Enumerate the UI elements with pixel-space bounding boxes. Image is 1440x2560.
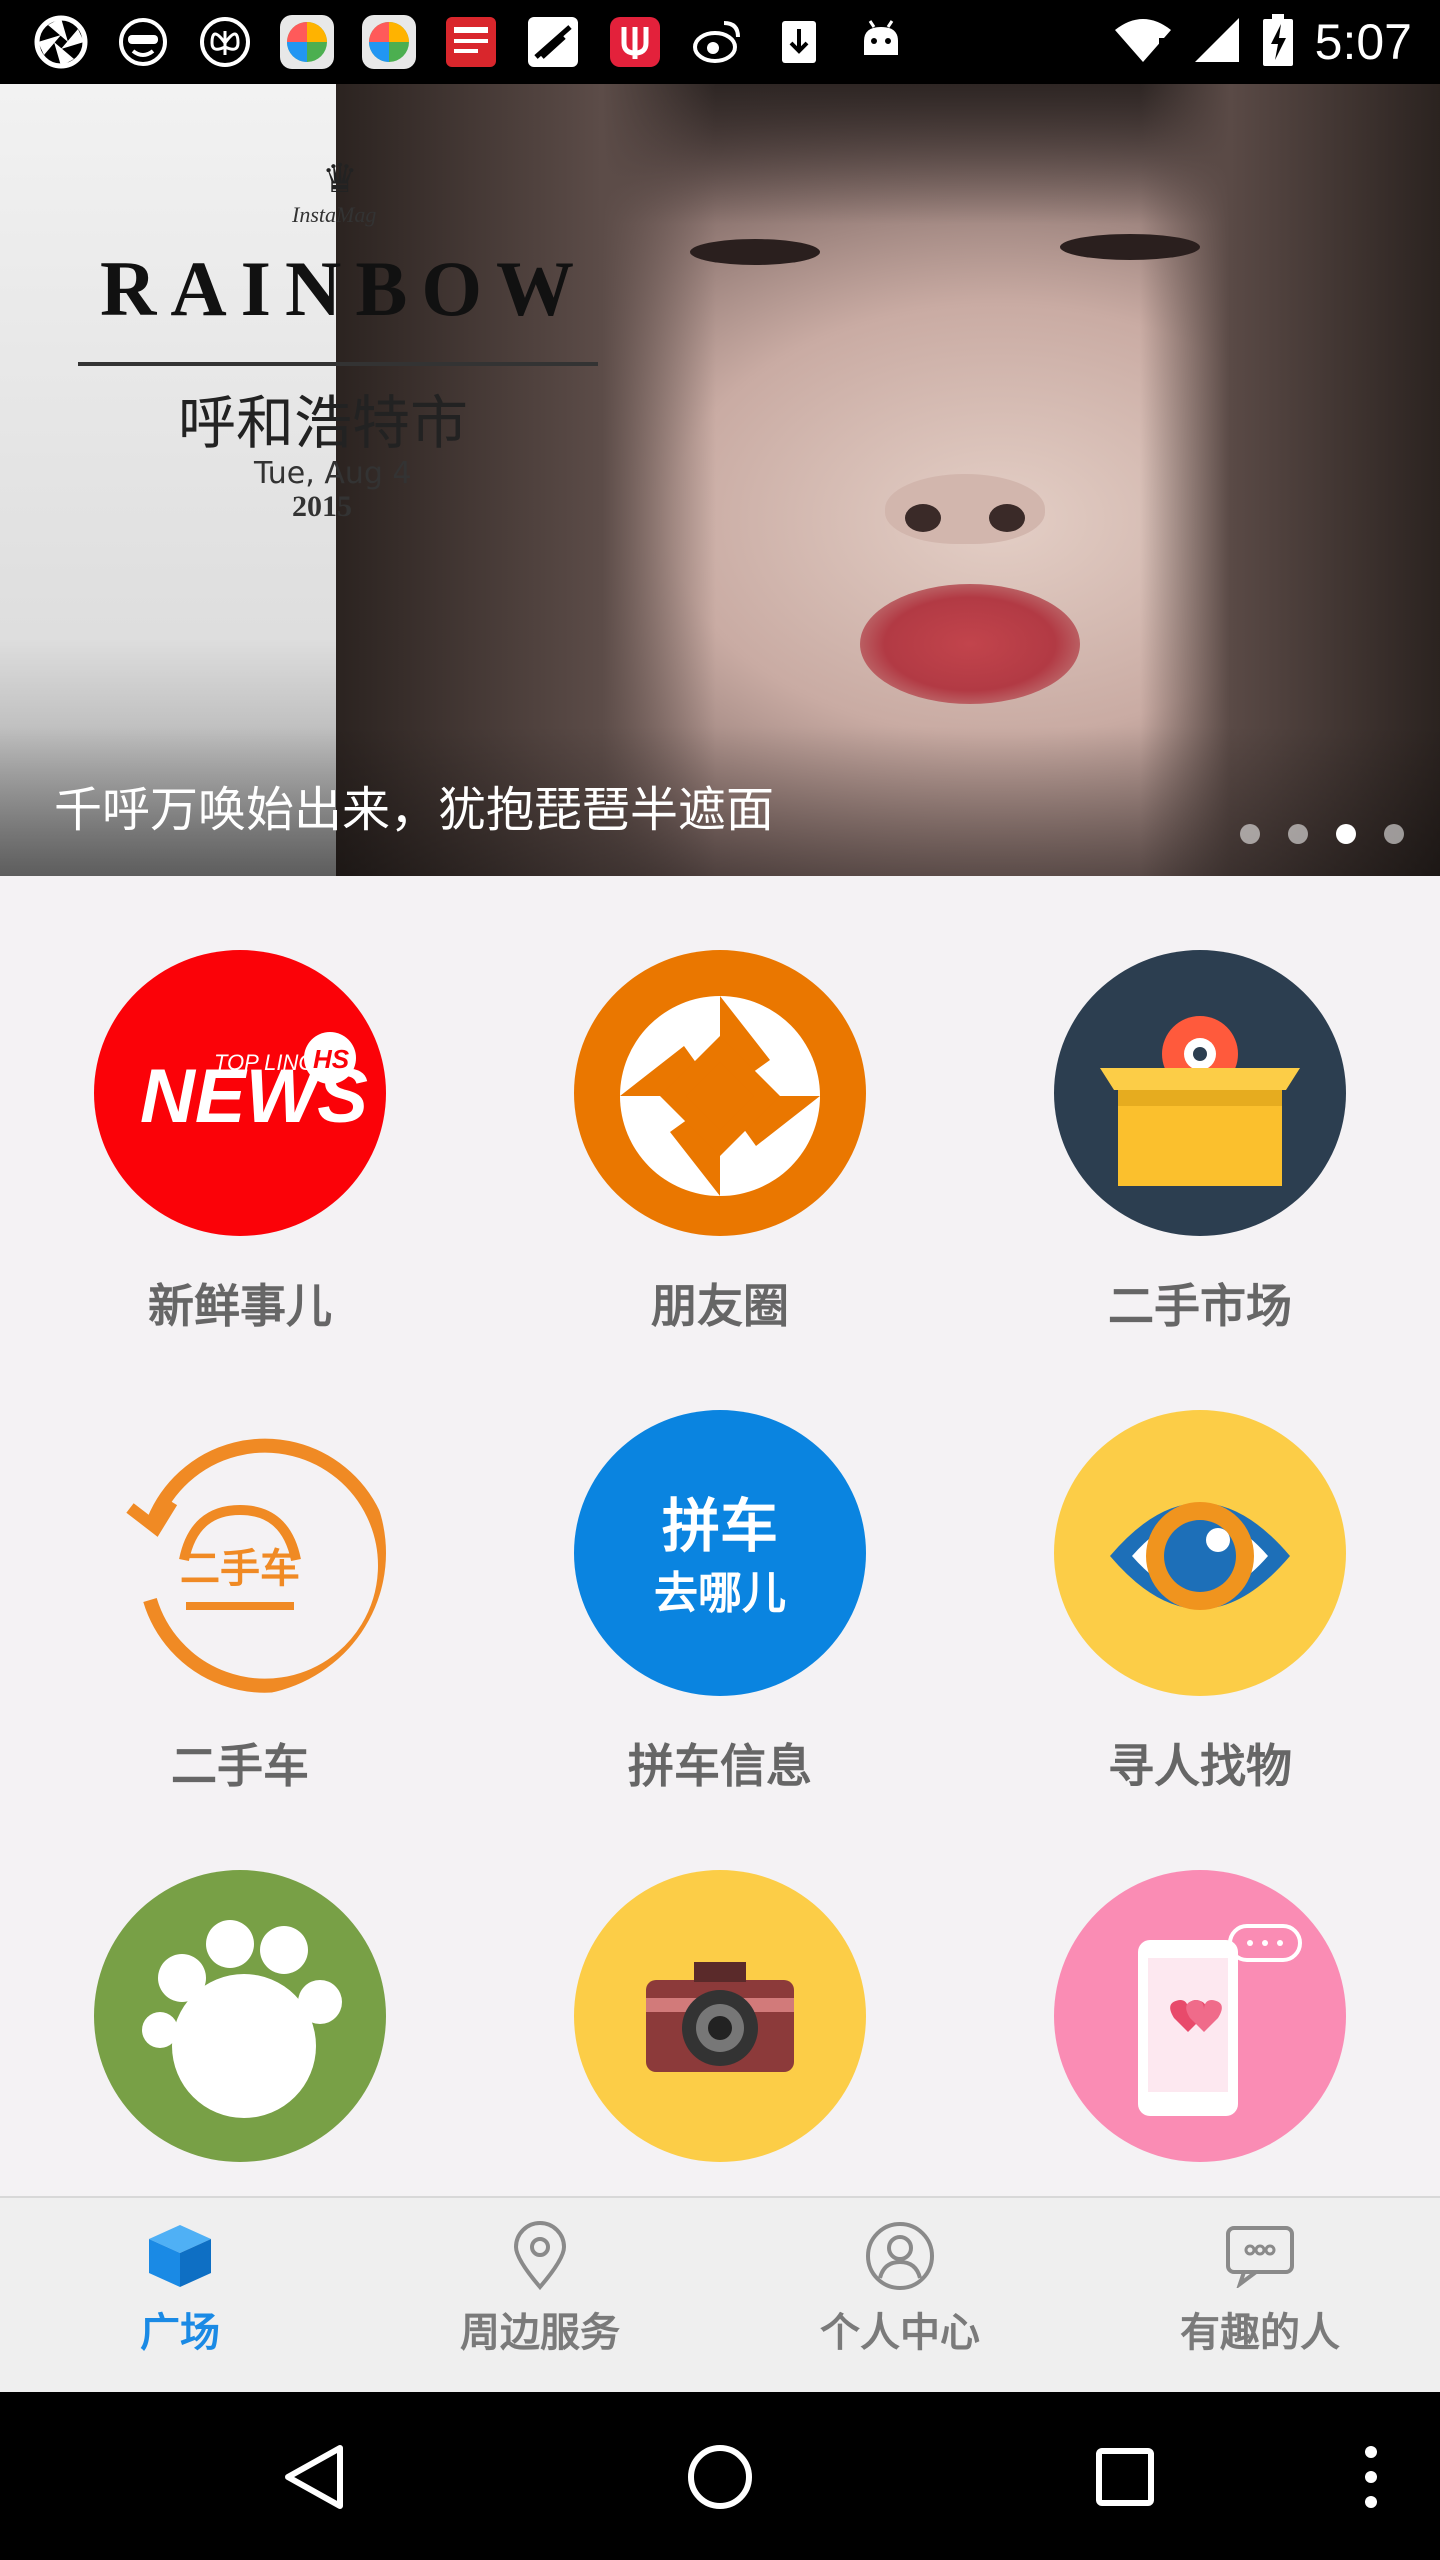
- color-ball-icon: [358, 11, 420, 73]
- notification-icons: [30, 10, 912, 74]
- cube-icon: [142, 2218, 218, 2294]
- carousel-dot[interactable]: [1240, 824, 1260, 844]
- battery-charging-icon: [1262, 14, 1293, 70]
- system-nav-bar: [0, 2392, 1440, 2560]
- grid-item-photography[interactable]: [480, 1796, 960, 2196]
- grid-item-label: 新鲜事儿: [148, 1279, 332, 1333]
- svg-text:拼车: 拼车: [662, 1492, 778, 1560]
- grid-item-label: 朋友圈: [651, 1279, 789, 1333]
- news-icon: NEWS TOP LING HS: [94, 950, 386, 1236]
- logo-year: 2015: [292, 490, 352, 523]
- photo-camera-icon: [574, 1870, 866, 2162]
- grid-item-news[interactable]: NEWS TOP LING HS 新鲜事儿: [0, 876, 480, 1336]
- paw-icon: [94, 1870, 386, 2162]
- svg-text:去哪儿: 去哪儿: [654, 1568, 786, 1619]
- grid-item-carpool[interactable]: 拼车 去哪儿 拼车信息: [480, 1336, 960, 1796]
- android-icon: [850, 11, 912, 73]
- used-car-icon: 二手车: [94, 1410, 386, 1696]
- clock: 5:07: [1314, 14, 1412, 70]
- weibo-icon: [686, 11, 748, 73]
- banner-caption: 千呼万唤始出来，犹抱琵琶半遮面: [54, 782, 775, 838]
- grid-item-label: 寻人找物: [1108, 1739, 1292, 1793]
- face-eye: [690, 239, 820, 265]
- person-icon: [862, 2218, 938, 2294]
- face-lips: [860, 584, 1080, 704]
- carousel-dot-active[interactable]: [1336, 824, 1356, 844]
- carousel-dot[interactable]: [1384, 824, 1404, 844]
- tab-profile[interactable]: 个人中心: [720, 2198, 1080, 2394]
- bottom-tab-bar: 广场 周边服务 个人中心 有趣的人: [0, 2196, 1440, 2392]
- back-icon: [285, 2445, 343, 2509]
- color-ball-icon: [276, 11, 338, 73]
- news-box-icon: [440, 11, 502, 73]
- tab-square[interactable]: 广场: [0, 2198, 360, 2394]
- tab-label: 周边服务: [460, 2310, 620, 2356]
- banner-carousel[interactable]: ♛ InstaMag RAINBOW 呼和浩特市 Tue, Aug 4 2015…: [0, 84, 1440, 876]
- carousel-dot[interactable]: [1288, 824, 1308, 844]
- grid-item-label: 二手车: [171, 1739, 309, 1793]
- grid-item-label: 拼车信息: [628, 1739, 812, 1793]
- recents-icon: [1096, 2448, 1154, 2506]
- home-icon: [688, 2445, 752, 2509]
- phone-heart-icon: [1054, 1870, 1346, 2162]
- menu-dots-icon: [1365, 2446, 1377, 2508]
- grid-item-used-car[interactable]: 二手车 二手车: [0, 1336, 480, 1796]
- box-gear-icon: [1054, 950, 1346, 1236]
- tab-label: 个人中心: [820, 2310, 980, 2356]
- camera-shutter-icon: [574, 950, 866, 1236]
- chat-bubble-icon: [1222, 2218, 1298, 2294]
- butterfly-icon: [194, 11, 256, 73]
- no-signal-icon: [522, 11, 584, 73]
- tab-interesting-people[interactable]: 有趣的人: [1080, 2198, 1440, 2394]
- status-bar: 5:07: [0, 0, 1440, 84]
- home-button[interactable]: [675, 2432, 765, 2522]
- grid-item-pets[interactable]: [0, 1796, 480, 2196]
- crown-icon: ♛: [322, 156, 358, 202]
- recents-button[interactable]: [1080, 2432, 1170, 2522]
- carousel-indicator: [1240, 824, 1404, 844]
- sunglasses-face-icon: [112, 11, 174, 73]
- grid-item-dating[interactable]: [960, 1796, 1440, 2196]
- svg-text:HS: HS: [313, 1044, 350, 1074]
- tab-label: 广场: [140, 2310, 220, 2356]
- tab-nearby-services[interactable]: 周边服务: [360, 2198, 720, 2394]
- menu-button[interactable]: [1326, 2432, 1416, 2522]
- grid-item-secondhand-market[interactable]: 二手市场: [960, 876, 1440, 1336]
- location-pin-icon: [502, 2218, 578, 2294]
- grid-item-lost-found[interactable]: 寻人找物: [960, 1336, 1440, 1796]
- grid-item-moments[interactable]: 朋友圈: [480, 876, 960, 1336]
- signal-icon: [1193, 16, 1241, 68]
- svg-text:TOP LING: TOP LING: [214, 1050, 315, 1075]
- fork-app-icon: [604, 11, 666, 73]
- aperture-icon: [30, 11, 92, 73]
- face-nose: [885, 474, 1045, 544]
- eye-icon: [1054, 1410, 1346, 1696]
- logo-title: RAINBOW: [100, 245, 589, 332]
- face-eye: [1060, 234, 1200, 260]
- tab-label: 有趣的人: [1180, 2310, 1340, 2356]
- system-status: 5:07: [1114, 0, 1412, 84]
- svg-text:二手车: 二手车: [180, 1546, 300, 1592]
- download-icon: [768, 11, 830, 73]
- wifi-icon: [1114, 16, 1171, 68]
- logo-city: 呼和浩特市: [178, 389, 469, 457]
- feature-grid: NEWS TOP LING HS 新鲜事儿 朋友圈 二手市场 二手车 二手车 拼…: [0, 876, 1440, 2196]
- back-button[interactable]: [270, 2432, 360, 2522]
- carpool-icon: 拼车 去哪儿: [574, 1410, 866, 1696]
- logo-date: Tue, Aug 4: [254, 456, 412, 491]
- logo-brand: InstaMag: [292, 202, 377, 227]
- grid-item-label: 二手市场: [1108, 1279, 1292, 1333]
